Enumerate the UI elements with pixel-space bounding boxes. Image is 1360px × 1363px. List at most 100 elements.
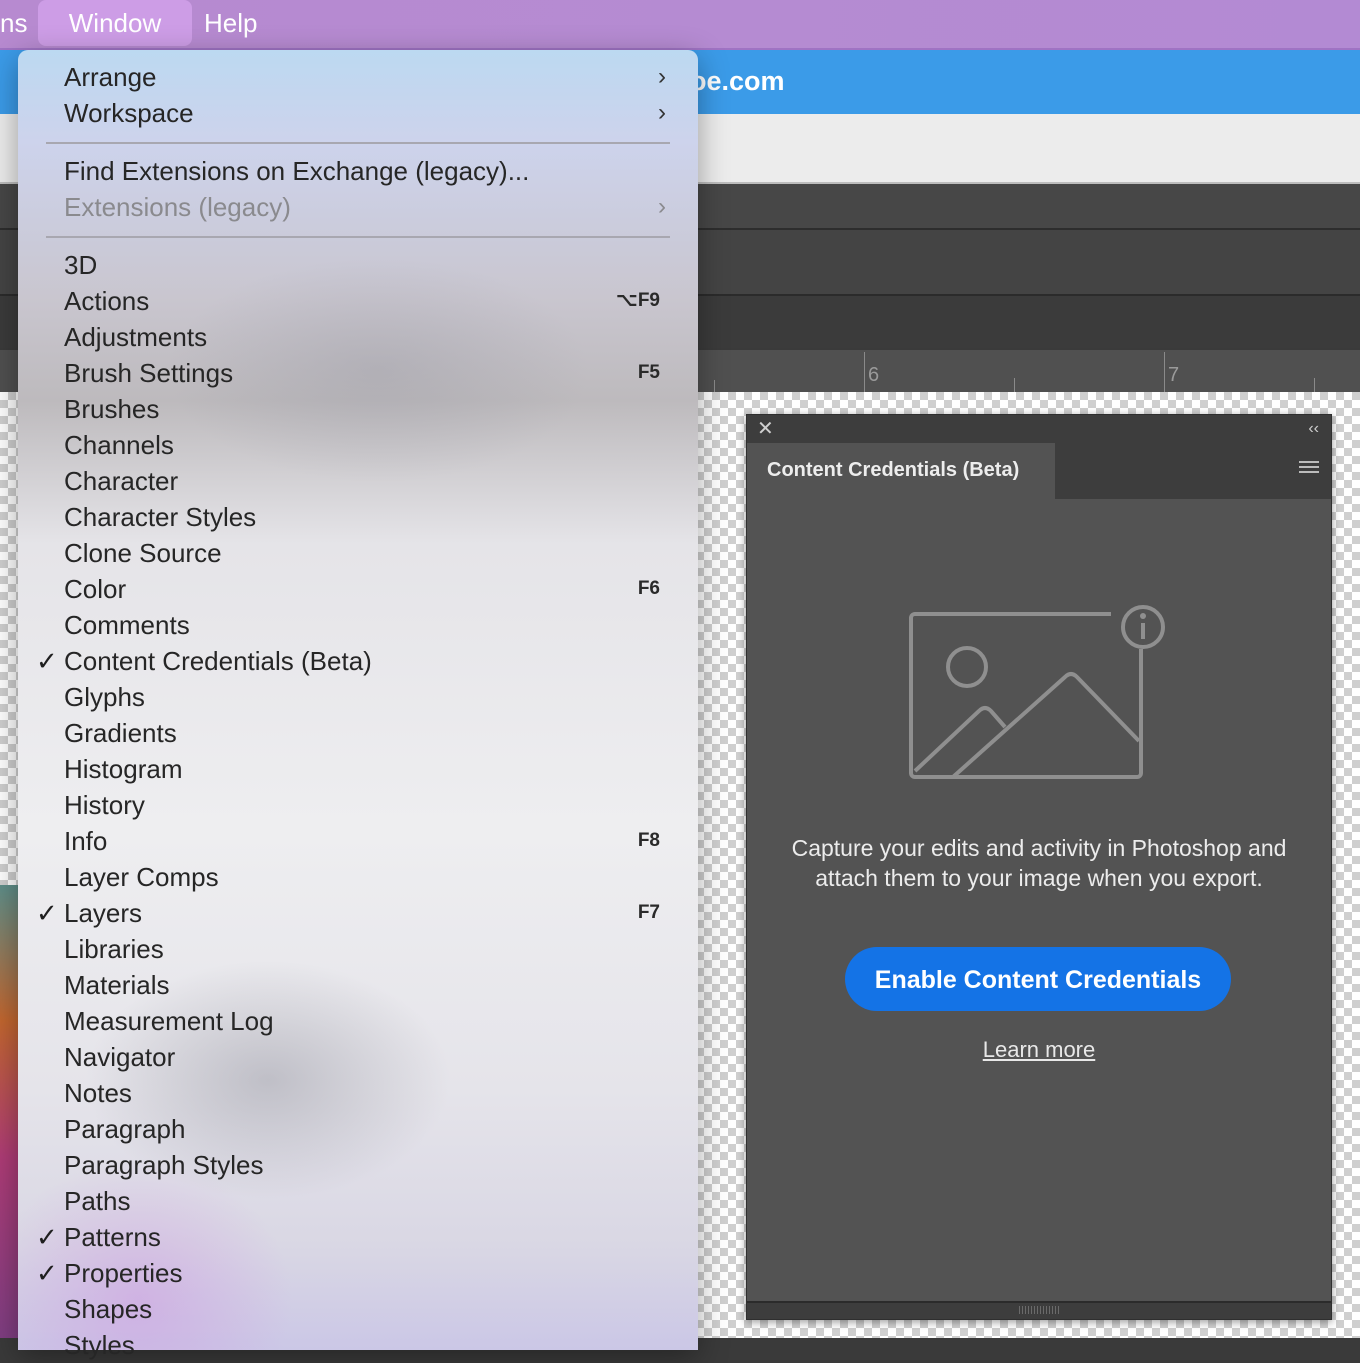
ruler-major-tick [1164, 352, 1165, 392]
ruler-minor-tick [714, 380, 715, 392]
menu-item-notes[interactable]: Notes [18, 1075, 698, 1111]
menu-item-adjustments[interactable]: Adjustments [18, 319, 698, 355]
menu-item-label: Character [64, 466, 179, 496]
menu-item-character[interactable]: Character [18, 463, 698, 499]
chevron-right-icon: › [658, 193, 666, 220]
panel-title-bar[interactable]: ✕ ‹‹ [747, 415, 1331, 443]
menu-item-clone-source[interactable]: Clone Source [18, 535, 698, 571]
menu-item-navigator[interactable]: Navigator [18, 1039, 698, 1075]
panel-description: Capture your edits and activity in Photo… [791, 835, 1287, 891]
tab-content-credentials[interactable]: Content Credentials (Beta) [747, 443, 1055, 499]
menu-item-label: Character Styles [64, 502, 257, 532]
menu-item-channels[interactable]: Channels [18, 427, 698, 463]
menu-item-label: Color [64, 574, 127, 604]
keyboard-shortcut: ⌥F9 [615, 290, 660, 311]
menu-item-label: Measurement Log [64, 1006, 274, 1036]
menu-item-history[interactable]: History [18, 787, 698, 823]
ruler-minor-tick [1014, 378, 1015, 392]
panel-bottom-bar [747, 1301, 1331, 1319]
panel-menu-icon[interactable] [1299, 461, 1319, 475]
menu-item-color[interactable]: Color F6 [18, 571, 698, 607]
keyboard-shortcut: F7 [637, 902, 660, 923]
chevron-right-icon: › [658, 63, 666, 90]
menu-item-comments[interactable]: Comments [18, 607, 698, 643]
menu-item-paths[interactable]: Paths [18, 1183, 698, 1219]
menu-separator [46, 142, 670, 144]
menu-item-label: 3D [64, 250, 98, 280]
menu-item-properties[interactable]: ✓ Properties [18, 1255, 698, 1291]
menu-item-paragraph[interactable]: Paragraph [18, 1111, 698, 1147]
menu-item-label: Actions [64, 286, 150, 316]
checkmark-icon: ✓ [36, 646, 58, 676]
menu-item-label: Brush Settings [64, 358, 234, 388]
menubar-item-label: Help [204, 8, 258, 38]
menu-item-label: Paragraph [64, 1114, 186, 1144]
keyboard-shortcut: F5 [637, 362, 660, 383]
window-menu: Arrange › Workspace › Find Extensions on Exc… [18, 50, 698, 1360]
menu-item-paragraph-styles[interactable]: Paragraph Styles [18, 1147, 698, 1183]
enable-content-credentials-button[interactable]: Enable Content Credentials [845, 947, 1231, 1011]
resize-grip[interactable] [1019, 1306, 1059, 1314]
menu-item-layer-comps[interactable]: Layer Comps [18, 859, 698, 895]
menu-item-3d[interactable]: 3D [18, 247, 698, 283]
chevron-right-icon: › [658, 99, 666, 126]
url-text: oe.com [690, 66, 785, 96]
menu-item-layers[interactable]: ✓ Layers F7 [18, 895, 698, 931]
menu-item-content-credentials-beta[interactable]: ✓ Content Credentials (Beta) [18, 643, 698, 679]
menu-item-label: Workspace [64, 98, 194, 128]
menu-item-label: Comments [64, 610, 190, 640]
menu-item-brushes[interactable]: Brushes [18, 391, 698, 427]
ruler-label: 7 [1168, 364, 1180, 386]
menu-item-find-extensions-on-exchange-legacy[interactable]: Find Extensions on Exchange (legacy)... [18, 153, 698, 189]
menu-item-character-styles[interactable]: Character Styles [18, 499, 698, 535]
menu-separator [46, 236, 670, 238]
menu-item-label: Glyphs [64, 682, 145, 712]
menu-item-label: Notes [64, 1078, 132, 1108]
menu-item-styles[interactable]: Styles [18, 1327, 698, 1363]
keyboard-shortcut: F8 [637, 830, 660, 851]
checkmark-icon: ✓ [36, 898, 58, 928]
menu-item-label: Gradients [64, 718, 177, 748]
ruler-major-tick [864, 352, 865, 392]
menu-item-materials[interactable]: Materials [18, 967, 698, 1003]
collapse-icon[interactable]: ‹‹ [1308, 417, 1319, 441]
menu-item-actions[interactable]: Actions ⌥F9 [18, 283, 698, 319]
ruler-label: 6 [868, 364, 880, 386]
menu-item-workspace[interactable]: Workspace › [18, 95, 698, 131]
menu-item-label: History [64, 790, 145, 820]
menu-item-arrange[interactable]: Arrange › [18, 59, 698, 95]
menu-item-label: Layer Comps [64, 862, 219, 892]
menubar-item-help[interactable]: Help [204, 0, 274, 46]
checkmark-icon: ✓ [36, 1258, 58, 1288]
menubar-item-window[interactable]: Window [38, 0, 192, 46]
menubar-item-plugins[interactable]: ns [0, 0, 34, 46]
menu-item-label: Materials [64, 970, 170, 1000]
menu-item-label: Brushes [64, 394, 160, 424]
menu-item-histogram[interactable]: Histogram [18, 751, 698, 787]
close-icon[interactable]: ✕ [757, 417, 774, 441]
menu-item-label: Libraries [64, 934, 164, 964]
panel-tab-row: Content Credentials (Beta) [747, 443, 1331, 499]
content-credentials-panel: ✕ ‹‹ Content Credentials (Beta) Capture … [746, 414, 1332, 1320]
tab-label: Content Credentials (Beta) [767, 459, 1020, 481]
menubar-item-label: Window [68, 8, 162, 38]
menu-item-libraries[interactable]: Libraries [18, 931, 698, 967]
photo-thumbnail-edge [0, 885, 18, 1338]
menubar-item-label: ns [0, 8, 28, 38]
menu-item-shapes[interactable]: Shapes [18, 1291, 698, 1327]
menu-item-info[interactable]: Info F8 [18, 823, 698, 859]
menu-item-label: Paragraph Styles [64, 1150, 264, 1180]
menu-item-glyphs[interactable]: Glyphs [18, 679, 698, 715]
menu-item-label: Navigator [64, 1042, 176, 1072]
learn-more-link[interactable]: Learn more [747, 1037, 1331, 1063]
menu-item-gradients[interactable]: Gradients [18, 715, 698, 751]
menu-item-patterns[interactable]: ✓ Patterns [18, 1219, 698, 1255]
menu-item-label: Channels [64, 430, 174, 460]
menu-item-measurement-log[interactable]: Measurement Log [18, 1003, 698, 1039]
menu-item-label: Clone Source [64, 538, 222, 568]
menu-item-label: Layers [64, 898, 143, 928]
menu-item-brush-settings[interactable]: Brush Settings F5 [18, 355, 698, 391]
menu-item-label: Extensions (legacy) [64, 192, 291, 222]
image-info-icon [909, 599, 1179, 804]
menu-item-extensions-legacy: Extensions (legacy) › [18, 189, 698, 225]
